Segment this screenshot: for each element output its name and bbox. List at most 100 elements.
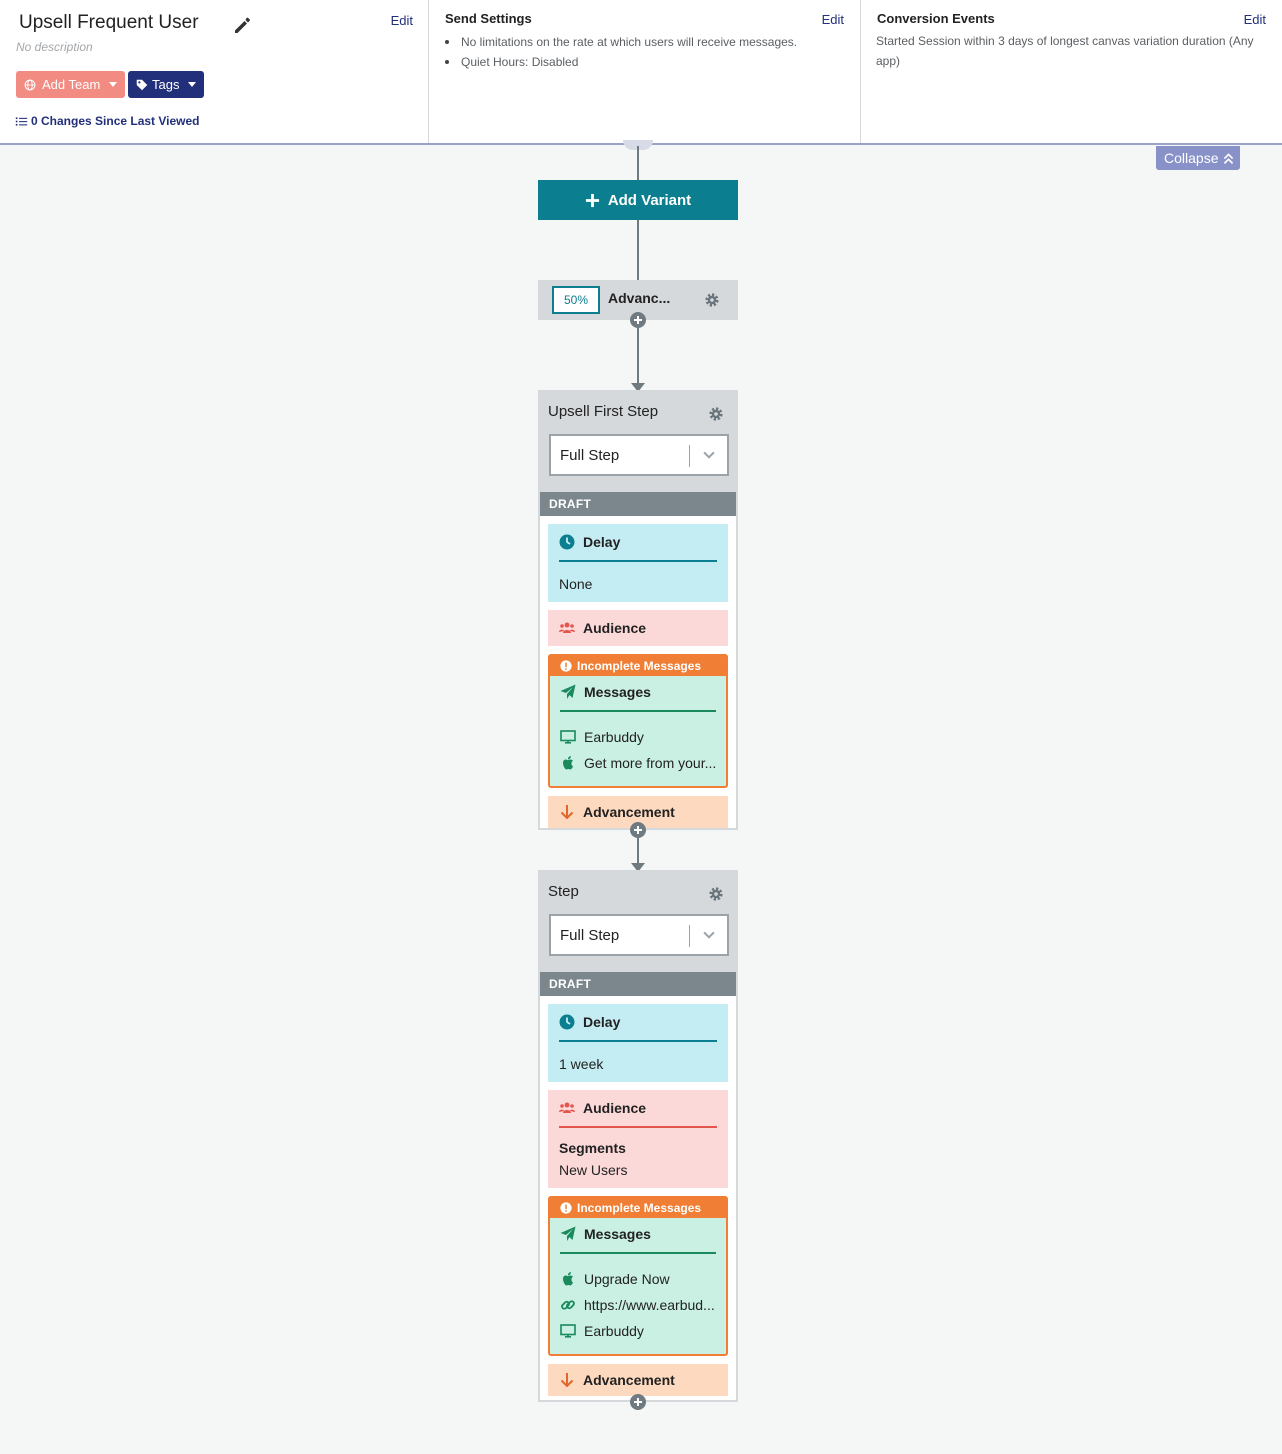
users-icon [559,1102,575,1113]
message-item[interactable]: Earbuddy [560,1318,716,1344]
message-item[interactable]: Get more from your... [560,750,716,776]
gear-icon[interactable] [704,292,720,308]
collapse-label: Collapse [1164,150,1219,166]
add-team-button[interactable]: Add Team [16,71,125,98]
canvas-description: No description [16,40,93,54]
add-variant-button[interactable]: Add Variant [538,180,738,220]
alert-icon [560,1202,572,1214]
step-node[interactable]: Upsell First Step Full Step DRAFT Delay … [538,390,738,830]
messages-body: Messages Upgrade Now https://www.earbud.… [550,1218,726,1354]
caret-down-icon [109,82,117,87]
message-name: Get more from your... [584,755,716,771]
messages-card[interactable]: Incomplete Messages Messages Earbuddy Ge… [548,654,728,788]
edit-conversion-events-link[interactable]: Edit [1244,12,1266,27]
delay-divider [559,1040,717,1042]
audience-title-label: Audience [583,1100,647,1116]
add-step-plus-icon[interactable] [630,1394,646,1410]
list-icon [15,116,28,126]
messages-title-label: Messages [584,1226,651,1242]
connector-line [637,838,639,864]
step-header: Step Full Step [540,872,736,972]
message-item[interactable]: Earbuddy [560,724,716,750]
audience-title: Audience [559,1100,717,1116]
step-type-select[interactable]: Full Step [549,914,729,956]
chevron-down-icon [703,927,715,939]
add-step-plus-icon[interactable] [630,312,646,328]
incomplete-messages-banner: Incomplete Messages [550,656,726,676]
add-step-plus-icon[interactable] [630,822,646,838]
desktop-icon [560,730,576,744]
messages-divider [560,710,716,712]
draft-status-bar: DRAFT [540,492,736,516]
gear-icon[interactable] [708,886,724,902]
send-settings-panel: Send Settings Edit No limitations on the… [429,0,861,143]
audience-title-label: Audience [583,620,647,636]
delay-title: Delay [559,1014,717,1030]
step-type-value: Full Step [560,446,620,464]
add-variant-label: Add Variant [607,191,692,209]
message-name: Earbuddy [584,729,644,745]
plus-icon [585,193,599,207]
gear-icon[interactable] [708,406,724,422]
caret-down-icon [188,82,196,87]
message-name: Upgrade Now [584,1271,670,1287]
pencil-icon[interactable] [232,15,252,35]
changes-label: 0 Changes Since Last Viewed [31,114,200,128]
apple-icon [563,756,573,770]
step-header: Upsell First Step Full Step [540,392,736,492]
add-team-label: Add Team [42,77,101,92]
chevron-down-icon [703,447,715,459]
messages-title-label: Messages [584,684,651,700]
clock-icon [559,534,575,550]
step-type-select[interactable]: Full Step [549,434,729,476]
select-separator [689,925,690,947]
collapse-button[interactable]: Collapse [1156,146,1240,170]
message-item[interactable]: Upgrade Now [560,1266,716,1292]
canvas-details-panel: Upsell Frequent User Edit No description… [0,0,429,143]
paper-plane-icon [560,1226,576,1241]
messages-body: Messages Earbuddy Get more from your... [550,676,726,786]
audience-card[interactable]: Audience Segments New Users [548,1090,728,1188]
advancement-title: Advancement [559,804,717,820]
connector-line [637,328,639,384]
conversion-events-text: Started Session within 3 days of longest… [876,34,1254,68]
edit-send-settings-link[interactable]: Edit [822,12,844,27]
message-name: https://www.earbud... [584,1297,715,1313]
delay-title-label: Delay [583,534,621,550]
edit-canvas-link[interactable]: Edit [391,13,413,28]
audience-title: Audience [559,620,717,636]
select-separator [689,445,690,467]
delay-title: Delay [559,534,717,550]
messages-card[interactable]: Incomplete Messages Messages Upgrade Now [548,1196,728,1356]
tags-button[interactable]: Tags [128,71,204,98]
delay-card[interactable]: Delay 1 week [548,1004,728,1082]
conversion-events-title: Conversion Events [877,11,995,26]
advancement-title-label: Advancement [583,1372,675,1388]
desktop-icon [560,1324,576,1338]
canvas-title: Upsell Frequent User [19,12,199,33]
advancement-title-label: Advancement [583,804,675,820]
conversion-events-panel: Conversion Events Edit Started Session w… [861,0,1282,143]
connector-line [637,146,639,180]
variant-percentage-input[interactable]: 50% [552,286,600,314]
send-settings-title: Send Settings [445,11,532,26]
tag-icon [136,79,148,90]
send-settings-item: Quiet Hours: Disabled [445,52,797,72]
canvas-header: Upsell Frequent User Edit No description… [0,0,1282,145]
audience-card[interactable]: Audience [548,610,728,646]
advancement-card[interactable]: Advancement [548,1364,728,1396]
draft-status-bar: DRAFT [540,972,736,996]
step-name: Step [548,883,579,900]
delay-title-label: Delay [583,1014,621,1030]
delay-card[interactable]: Delay None [548,524,728,602]
messages-title: Messages [560,1226,716,1242]
delay-divider [559,560,717,562]
step-node[interactable]: Step Full Step DRAFT Delay 1 week Audien… [538,870,738,1402]
incomplete-messages-label: Incomplete Messages [577,1201,702,1215]
variant-name: Advanc... [608,290,671,306]
segments-label: Segments [559,1140,626,1156]
segments-value: New Users [559,1162,628,1178]
send-settings-item: No limitations on the rate at which user… [445,32,797,52]
changes-since-viewed-link[interactable]: 0 Changes Since Last Viewed [15,114,200,128]
message-item[interactable]: https://www.earbud... [560,1292,716,1318]
